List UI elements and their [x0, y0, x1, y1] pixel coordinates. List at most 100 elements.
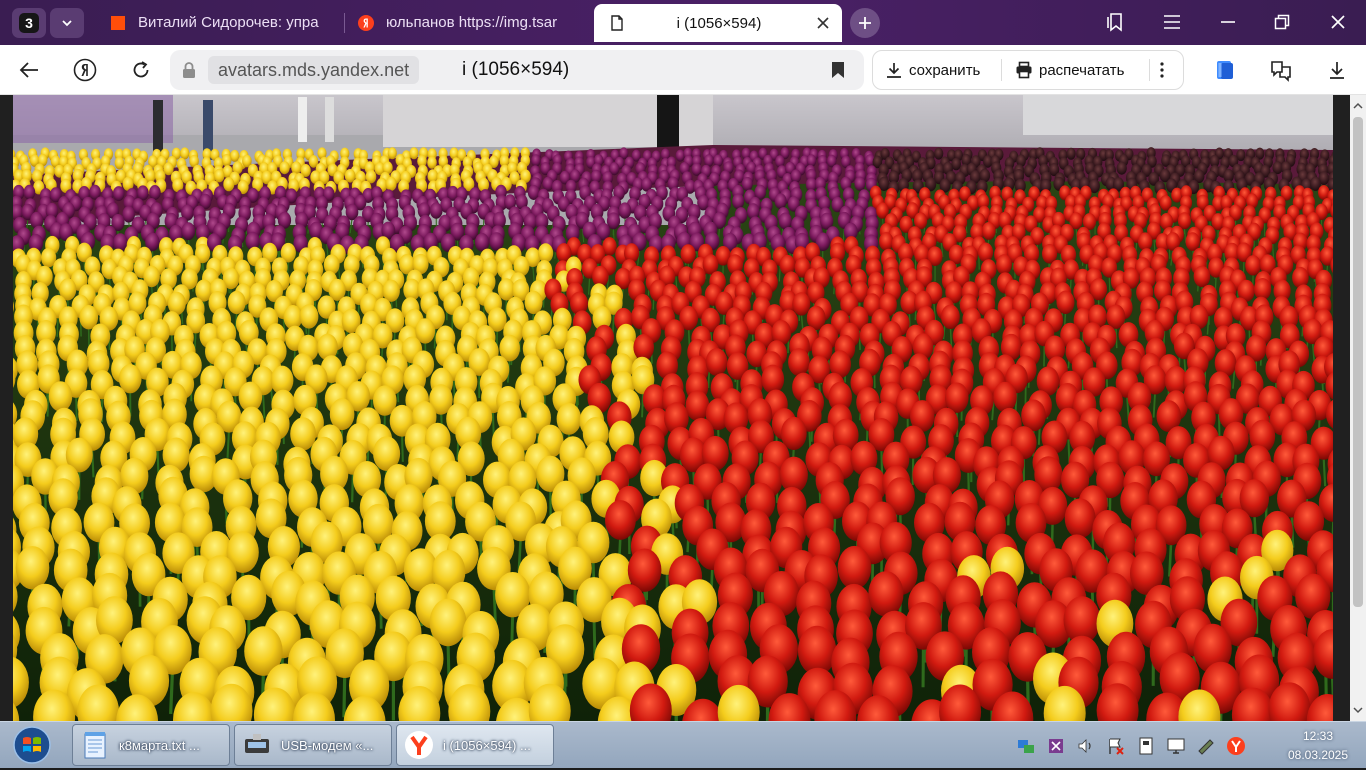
onenote-clip-icon[interactable] [1046, 736, 1066, 756]
taskbar-item-label: к8марта.txt ... [119, 738, 200, 753]
tab-tulpanov[interactable]: юльпанов https://img.tsar [348, 4, 584, 41]
yandex-home-button[interactable] [72, 57, 98, 83]
tulip-stem [76, 395, 77, 421]
tulip-flower [779, 213, 792, 230]
tab-label: юльпанов https://img.tsar [386, 14, 557, 31]
tulip-flower [633, 334, 654, 361]
tulip-flower [605, 500, 636, 540]
tulip-flower [993, 382, 1017, 412]
taskbar-item-label: USB-модем «... [281, 738, 373, 753]
actions-divider [1001, 59, 1002, 81]
tulip-stem [228, 430, 229, 458]
more-actions-button[interactable] [1159, 51, 1171, 89]
tulip-flower [732, 194, 744, 210]
tulip-flower [557, 403, 582, 435]
downloads-button[interactable] [1324, 57, 1350, 83]
save-label: сохранить [909, 62, 980, 79]
yandex-logo-icon [73, 58, 97, 82]
print-button[interactable]: распечатать [1015, 51, 1124, 89]
translate-icon [1269, 58, 1293, 82]
new-tab-button[interactable] [850, 8, 880, 38]
browser-menu-button[interactable] [1160, 10, 1184, 34]
yandex-favicon-icon [358, 15, 374, 31]
tulip-flower [879, 232, 893, 251]
pen-tool-icon[interactable] [1196, 736, 1216, 756]
scroll-down-arrow-icon[interactable] [1353, 705, 1363, 715]
tulip-flower [686, 390, 710, 420]
scroll-up-arrow-icon[interactable] [1353, 101, 1363, 111]
address-bar[interactable]: avatars.mds.yandex.net i (1056×594) [170, 50, 864, 90]
taskbar-item-yandex-browser[interactable]: i (1056×594) ... [396, 724, 554, 766]
document-icon [610, 15, 624, 31]
tulip-flower [996, 254, 1012, 274]
close-window-button[interactable] [1326, 10, 1350, 34]
tulip-flower [1245, 255, 1261, 275]
tulip-flower [791, 169, 802, 183]
tulip-flower [113, 186, 125, 201]
tulip-flower [1057, 291, 1075, 314]
bookmarks-panel-icon [1107, 12, 1125, 32]
usb-modem-icon [241, 729, 273, 761]
back-button[interactable] [16, 57, 42, 83]
vertical-scrollbar[interactable] [1350, 95, 1366, 721]
save-button[interactable]: сохранить [885, 51, 980, 89]
browser-tab-strip: 3 Виталий Сидорочев: упра юльпанов https… [0, 0, 1366, 45]
reload-icon [131, 60, 151, 80]
close-icon [817, 17, 829, 29]
taskbar-item-usb-modem[interactable]: USB-модем «... [234, 724, 392, 766]
arrow-left-icon [19, 61, 39, 79]
restore-window-button[interactable] [1270, 10, 1294, 34]
tulip-flower [838, 546, 872, 589]
tab-counter-button[interactable]: 3 [12, 8, 46, 38]
tulip-flower [181, 222, 195, 240]
yandex-tray-icon[interactable] [1226, 736, 1246, 756]
tulip-flower [49, 381, 73, 411]
tulip-stem [493, 410, 494, 437]
tab-active-image[interactable]: i (1056×594) [594, 4, 842, 42]
page-viewport [0, 95, 1366, 721]
tab-label: Виталий Сидорочев: упра [138, 14, 319, 31]
minimize-icon [1220, 20, 1236, 24]
tulip-flower [978, 243, 993, 263]
lock-icon[interactable] [180, 61, 198, 79]
domain-chip[interactable]: avatars.mds.yandex.net [208, 56, 419, 84]
page-title: i (1056×594) [462, 58, 569, 82]
tulip-flower [149, 185, 161, 200]
tulip-flower [290, 417, 316, 450]
tulip-flower [16, 546, 50, 589]
translate-button[interactable] [1268, 57, 1294, 83]
volume-icon[interactable] [1076, 736, 1096, 756]
tulip-flower [1138, 232, 1152, 251]
clock-date: 08.03.2025 [1282, 746, 1354, 765]
scrollbar-thumb[interactable] [1353, 117, 1363, 607]
taskbar-item-notepad[interactable]: к8марта.txt ... [72, 724, 230, 766]
tulip-flower [854, 177, 865, 191]
reload-button[interactable] [128, 57, 154, 83]
minimize-window-button[interactable] [1216, 10, 1240, 34]
action-center-flag-icon[interactable] [1106, 736, 1126, 756]
collections-button[interactable] [1104, 10, 1128, 34]
tulip-flower [934, 148, 943, 160]
tulip-stem [642, 391, 643, 417]
tulip-flower [538, 243, 553, 263]
network-icon[interactable] [1016, 736, 1036, 756]
tulip-flower [868, 571, 903, 616]
hamburger-icon [1163, 15, 1181, 29]
safely-remove-hardware-icon[interactable] [1136, 736, 1156, 756]
start-button[interactable] [10, 725, 54, 765]
plus-icon [857, 15, 873, 31]
tab-count: 3 [19, 13, 39, 33]
tulip-flower [386, 177, 397, 191]
close-tab-button[interactable] [814, 14, 832, 32]
orange-square-favicon-icon [110, 15, 126, 31]
tulip-flower [24, 185, 36, 200]
display-icon[interactable] [1166, 736, 1186, 756]
chevron-down-icon [60, 16, 74, 30]
tab-vitaliy[interactable]: Виталий Сидорочев: упра [100, 4, 340, 41]
mobile-sync-button[interactable] [1212, 57, 1238, 83]
system-clock[interactable]: 12:33 08.03.2025 [1282, 727, 1354, 765]
bookmark-icon[interactable] [830, 61, 846, 79]
tulip-stem [1324, 457, 1326, 487]
tabs-menu-button[interactable] [50, 8, 84, 38]
tulip-stem [1109, 276, 1110, 294]
